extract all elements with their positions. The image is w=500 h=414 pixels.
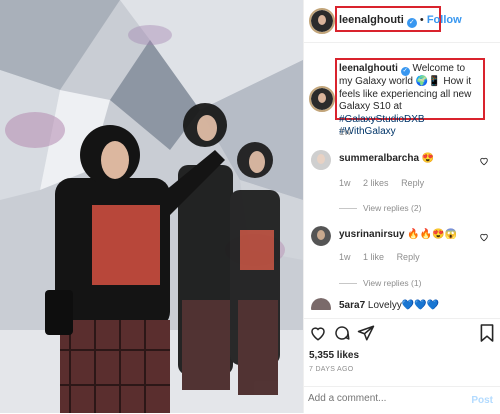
commenter-avatar[interactable] (311, 298, 331, 310)
commenter-avatar[interactable] (311, 150, 331, 170)
comment-text: Lovelyy💙💙💙 (367, 300, 440, 310)
post-photo[interactable] (0, 0, 303, 413)
author-avatar[interactable] (309, 8, 335, 34)
verified-badge-icon: ✓ (406, 18, 417, 28)
post-photo-illustration (0, 0, 303, 413)
heart-icon[interactable] (479, 156, 489, 166)
view-replies-label: View replies (2) (363, 203, 422, 213)
post-sidebar: leenalghouti ✓ • Follow leenalghouti ✓ W… (303, 0, 500, 413)
comment-age[interactable]: 1w (339, 178, 351, 188)
follow-button[interactable]: Follow (427, 14, 462, 26)
view-replies-label: View replies (1) (363, 278, 422, 288)
post-comment-button[interactable]: Post (471, 395, 493, 406)
header-username[interactable]: leenalghouti (339, 14, 404, 26)
commenter-username[interactable]: 5ara7 (339, 300, 365, 310)
heart-icon[interactable] (309, 324, 327, 342)
comment-text: 🔥🔥😍😱 (407, 229, 458, 240)
share-icon[interactable] (357, 324, 375, 342)
add-comment-bar: Post (304, 386, 500, 414)
reply-button[interactable]: Reply (401, 178, 424, 188)
commenter-avatar[interactable] (311, 226, 331, 246)
add-comment-input[interactable] (308, 393, 458, 404)
reply-button[interactable]: Reply (397, 252, 420, 262)
post-header: leenalghouti ✓ • Follow (304, 0, 500, 43)
view-replies[interactable]: View replies (2) (339, 203, 421, 213)
bookmark-icon[interactable] (479, 323, 495, 343)
caption-age[interactable]: 1w (339, 127, 351, 138)
caption-username[interactable]: leenalghouti (339, 63, 398, 74)
likes-count[interactable]: 5,355 likes (309, 350, 359, 361)
view-replies[interactable]: View replies (1) (339, 278, 421, 288)
commenter-username[interactable]: summeralbarcha (339, 153, 419, 164)
comment-likes[interactable]: 2 likes (363, 178, 389, 188)
verified-badge-icon: ✓ (400, 67, 410, 76)
caption-avatar[interactable] (309, 86, 335, 112)
heart-icon[interactable] (479, 232, 489, 242)
post-date[interactable]: 7 DAYS AGO (309, 366, 354, 373)
commenter-username[interactable]: yusrinanirsuy (339, 229, 405, 240)
header-dot: • (419, 14, 424, 26)
comment-likes[interactable]: 1 like (363, 252, 384, 262)
comment-icon[interactable] (333, 324, 351, 342)
comment-age[interactable]: 1w (339, 252, 351, 262)
comment-text: 😍 (421, 153, 435, 164)
comment: 5ara7 Lovelyy💙💙💙 (304, 298, 500, 310)
caption: leenalghouti ✓ Welcome to my Galaxy worl… (339, 63, 481, 139)
caption-hashtags[interactable]: #GalaxyStudioDXB #WithGalaxy (339, 114, 425, 138)
